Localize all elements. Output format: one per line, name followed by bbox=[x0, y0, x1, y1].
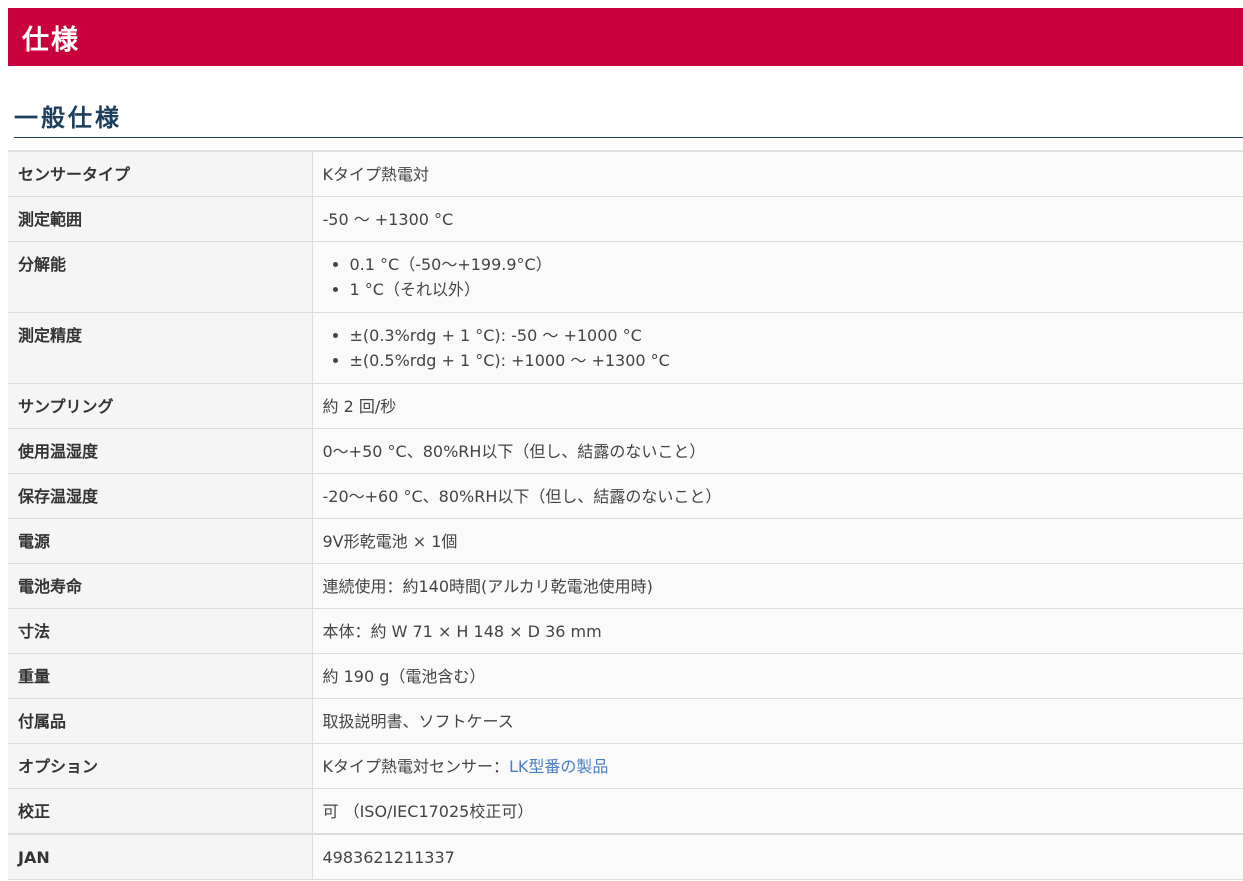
resolution-list: 0.1 °C（-50〜+199.9°C） 1 °C（それ以外） bbox=[323, 252, 1234, 302]
list-item: ±(0.3%rdg + 1 °C): -50 〜 +1000 °C bbox=[350, 323, 1234, 348]
spec-value: 可 （ISO/IEC17025校正可） bbox=[312, 788, 1243, 835]
list-item: 1 °C（それ以外） bbox=[350, 277, 1234, 302]
spec-value: 約 190 g（電池含む） bbox=[312, 653, 1243, 699]
spec-row-jan: JAN 4983621211337 bbox=[8, 833, 1243, 880]
options-prefix: Kタイプ熱電対センサー： bbox=[322, 757, 510, 776]
spec-value: 9V形乾電池 × 1個 bbox=[312, 518, 1243, 564]
spec-row-storage-env: 保存温湿度 -20〜+60 °C、80%RH以下（但し、結露のないこと） bbox=[8, 473, 1243, 519]
spec-label: 保存温湿度 bbox=[8, 473, 313, 519]
spec-label: 電池寿命 bbox=[8, 563, 313, 609]
spec-row-accessories: 付属品 取扱説明書、ソフトケース bbox=[8, 698, 1243, 744]
spec-row-power: 電源 9V形乾電池 × 1個 bbox=[8, 518, 1243, 564]
spec-row-accuracy: 測定精度 ±(0.3%rdg + 1 °C): -50 〜 +1000 °C ±… bbox=[8, 312, 1243, 384]
page-header: 仕様 bbox=[8, 8, 1243, 66]
spec-table: センサータイプ Kタイプ熱電対 測定範囲 -50 〜 +1300 °C 分解能 … bbox=[8, 150, 1243, 880]
spec-row-operating-env: 使用温湿度 0〜+50 °C、80%RH以下（但し、結露のないこと） bbox=[8, 428, 1243, 474]
spec-value: 0.1 °C（-50〜+199.9°C） 1 °C（それ以外） bbox=[312, 241, 1243, 313]
lk-products-link[interactable]: LK型番の製品 bbox=[509, 757, 608, 776]
spec-value: Kタイプ熱電対 bbox=[312, 150, 1243, 197]
spec-value: 連続使用：約140時間(アルカリ乾電池使用時) bbox=[312, 563, 1243, 609]
spec-row-battery-life: 電池寿命 連続使用：約140時間(アルカリ乾電池使用時) bbox=[8, 563, 1243, 609]
spec-row-resolution: 分解能 0.1 °C（-50〜+199.9°C） 1 °C（それ以外） bbox=[8, 241, 1243, 313]
spec-label: センサータイプ bbox=[8, 150, 313, 197]
spec-label: 測定範囲 bbox=[8, 196, 313, 242]
spec-label: 校正 bbox=[8, 788, 313, 835]
spec-label: サンプリング bbox=[8, 383, 313, 429]
spec-row-sensor-type: センサータイプ Kタイプ熱電対 bbox=[8, 150, 1243, 197]
section-heading: 一般仕様 bbox=[14, 100, 1243, 138]
spec-label: 使用温湿度 bbox=[8, 428, 313, 474]
spec-row-measurement-range: 測定範囲 -50 〜 +1300 °C bbox=[8, 196, 1243, 242]
spec-label: 測定精度 bbox=[8, 312, 313, 384]
spec-value: -20〜+60 °C、80%RH以下（但し、結露のないこと） bbox=[312, 473, 1243, 519]
spec-label: オプション bbox=[8, 743, 313, 789]
page-title: 仕様 bbox=[22, 24, 80, 56]
section-title: 一般仕様 bbox=[14, 104, 122, 132]
spec-label: 寸法 bbox=[8, 608, 313, 654]
spec-row-sampling: サンプリング 約 2 回/秒 bbox=[8, 383, 1243, 429]
spec-row-weight: 重量 約 190 g（電池含む） bbox=[8, 653, 1243, 699]
spec-value: 約 2 回/秒 bbox=[312, 383, 1243, 429]
spec-label: 分解能 bbox=[8, 241, 313, 313]
spec-label: 電源 bbox=[8, 518, 313, 564]
list-item: ±(0.5%rdg + 1 °C): +1000 〜 +1300 °C bbox=[350, 348, 1234, 373]
spec-value: -50 〜 +1300 °C bbox=[312, 196, 1243, 242]
list-item: 0.1 °C（-50〜+199.9°C） bbox=[350, 252, 1234, 277]
spec-value: ±(0.3%rdg + 1 °C): -50 〜 +1000 °C ±(0.5%… bbox=[312, 312, 1243, 384]
spec-row-calibration: 校正 可 （ISO/IEC17025校正可） bbox=[8, 788, 1243, 835]
spec-label: JAN bbox=[8, 833, 313, 880]
spec-row-dimensions: 寸法 本体：約 W 71 × H 148 × D 36 mm bbox=[8, 608, 1243, 654]
spec-value: 本体：約 W 71 × H 148 × D 36 mm bbox=[312, 608, 1243, 654]
spec-row-options: オプション Kタイプ熱電対センサー：LK型番の製品 bbox=[8, 743, 1243, 789]
spec-label: 重量 bbox=[8, 653, 313, 699]
spec-value: 取扱説明書、ソフトケース bbox=[312, 698, 1243, 744]
spec-value: 0〜+50 °C、80%RH以下（但し、結露のないこと） bbox=[312, 428, 1243, 474]
spec-label: 付属品 bbox=[8, 698, 313, 744]
spec-value: 4983621211337 bbox=[312, 833, 1243, 880]
spec-value: Kタイプ熱電対センサー：LK型番の製品 bbox=[312, 743, 1243, 789]
accuracy-list: ±(0.3%rdg + 1 °C): -50 〜 +1000 °C ±(0.5%… bbox=[323, 323, 1234, 373]
